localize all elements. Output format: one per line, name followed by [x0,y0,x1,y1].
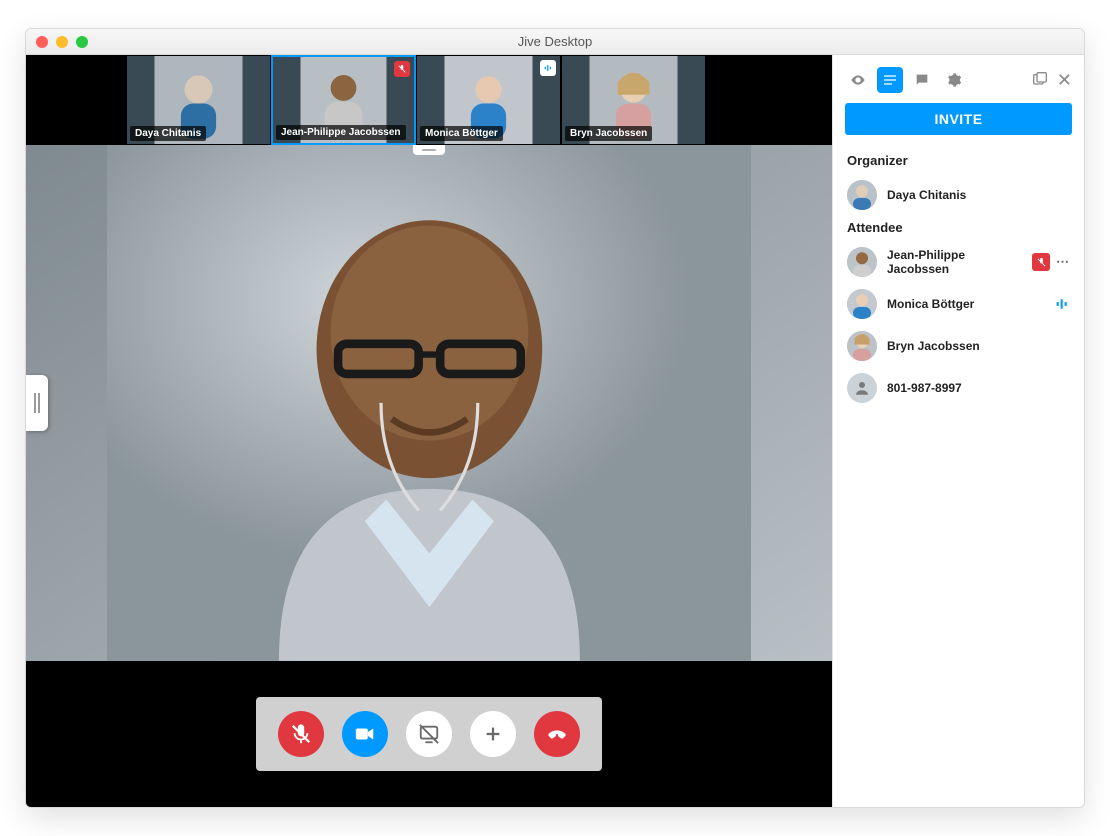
panel-tabs: ✕ [833,55,1084,103]
muted-icon [394,61,410,77]
muted-icon [1032,253,1050,271]
invite-button[interactable]: INVITE [845,103,1072,135]
person-name: Jean-Philippe Jacobssen [887,248,1022,276]
video-area: Daya Chitanis Jean-Philippe Jacobssen Mo… [26,55,832,807]
hangup-button[interactable] [534,711,580,757]
popout-icon[interactable] [1031,72,1047,88]
thumbnail-participant[interactable]: Jean-Philippe Jacobssen [271,55,416,145]
avatar [847,247,877,277]
person-name: Daya Chitanis [887,188,1070,202]
organizer-heading: Organizer [833,149,1084,174]
content-area: Daya Chitanis Jean-Philippe Jacobssen Mo… [26,55,1084,807]
chat-tab[interactable] [909,67,935,93]
thumbnail-participant[interactable]: Daya Chitanis [126,55,271,145]
app-window: Jive Desktop Daya Chitanis Jean-Philippe… [25,28,1085,808]
thumbnail-name: Monica Böttger [420,126,503,141]
call-controls [256,697,602,771]
active-speaker-placeholder [107,145,752,661]
camera-button[interactable] [342,711,388,757]
attendee-row[interactable]: Bryn Jacobssen [833,325,1084,367]
attendee-row[interactable]: 801-987-8997 [833,367,1084,409]
add-participant-button[interactable] [470,711,516,757]
speaking-icon [540,60,556,76]
attendee-row[interactable]: Jean-Philippe Jacobssen ⋯ [833,241,1084,283]
attendee-menu-button[interactable]: ⋯ [1056,254,1070,270]
bottom-bar [26,661,832,807]
organizer-row[interactable]: Daya Chitanis [833,174,1084,216]
person-name: Bryn Jacobssen [887,339,1070,353]
side-panel-toggle[interactable] [26,375,48,431]
thumbnail-name: Jean-Philippe Jacobssen [276,125,406,140]
participants-panel: ✕ INVITE Organizer Daya Chitanis Attende… [832,55,1084,807]
participant-thumbnails: Daya Chitanis Jean-Philippe Jacobssen Mo… [26,55,832,145]
settings-tab[interactable] [941,67,967,93]
thumbnail-participant[interactable]: Bryn Jacobssen [561,55,706,145]
attendee-row[interactable]: Monica Böttger [833,283,1084,325]
view-tab[interactable] [845,67,871,93]
share-screen-button[interactable] [406,711,452,757]
thumbnail-name: Daya Chitanis [130,126,206,141]
avatar [847,180,877,210]
window-title: Jive Desktop [26,34,1084,49]
titlebar: Jive Desktop [26,29,1084,55]
main-video [26,145,832,661]
attendee-heading: Attendee [833,216,1084,241]
avatar [847,331,877,361]
thumbnail-drag-handle[interactable] [413,145,445,155]
avatar [847,289,877,319]
person-name: Monica Böttger [887,297,1044,311]
participants-tab[interactable] [877,67,903,93]
thumbnail-name: Bryn Jacobssen [565,126,652,141]
person-name: 801-987-8997 [887,381,1070,395]
close-panel-button[interactable]: ✕ [1057,71,1072,89]
thumbnail-participant[interactable]: Monica Böttger [416,55,561,145]
avatar [847,373,877,403]
speaking-icon [1054,296,1070,312]
mute-button[interactable] [278,711,324,757]
